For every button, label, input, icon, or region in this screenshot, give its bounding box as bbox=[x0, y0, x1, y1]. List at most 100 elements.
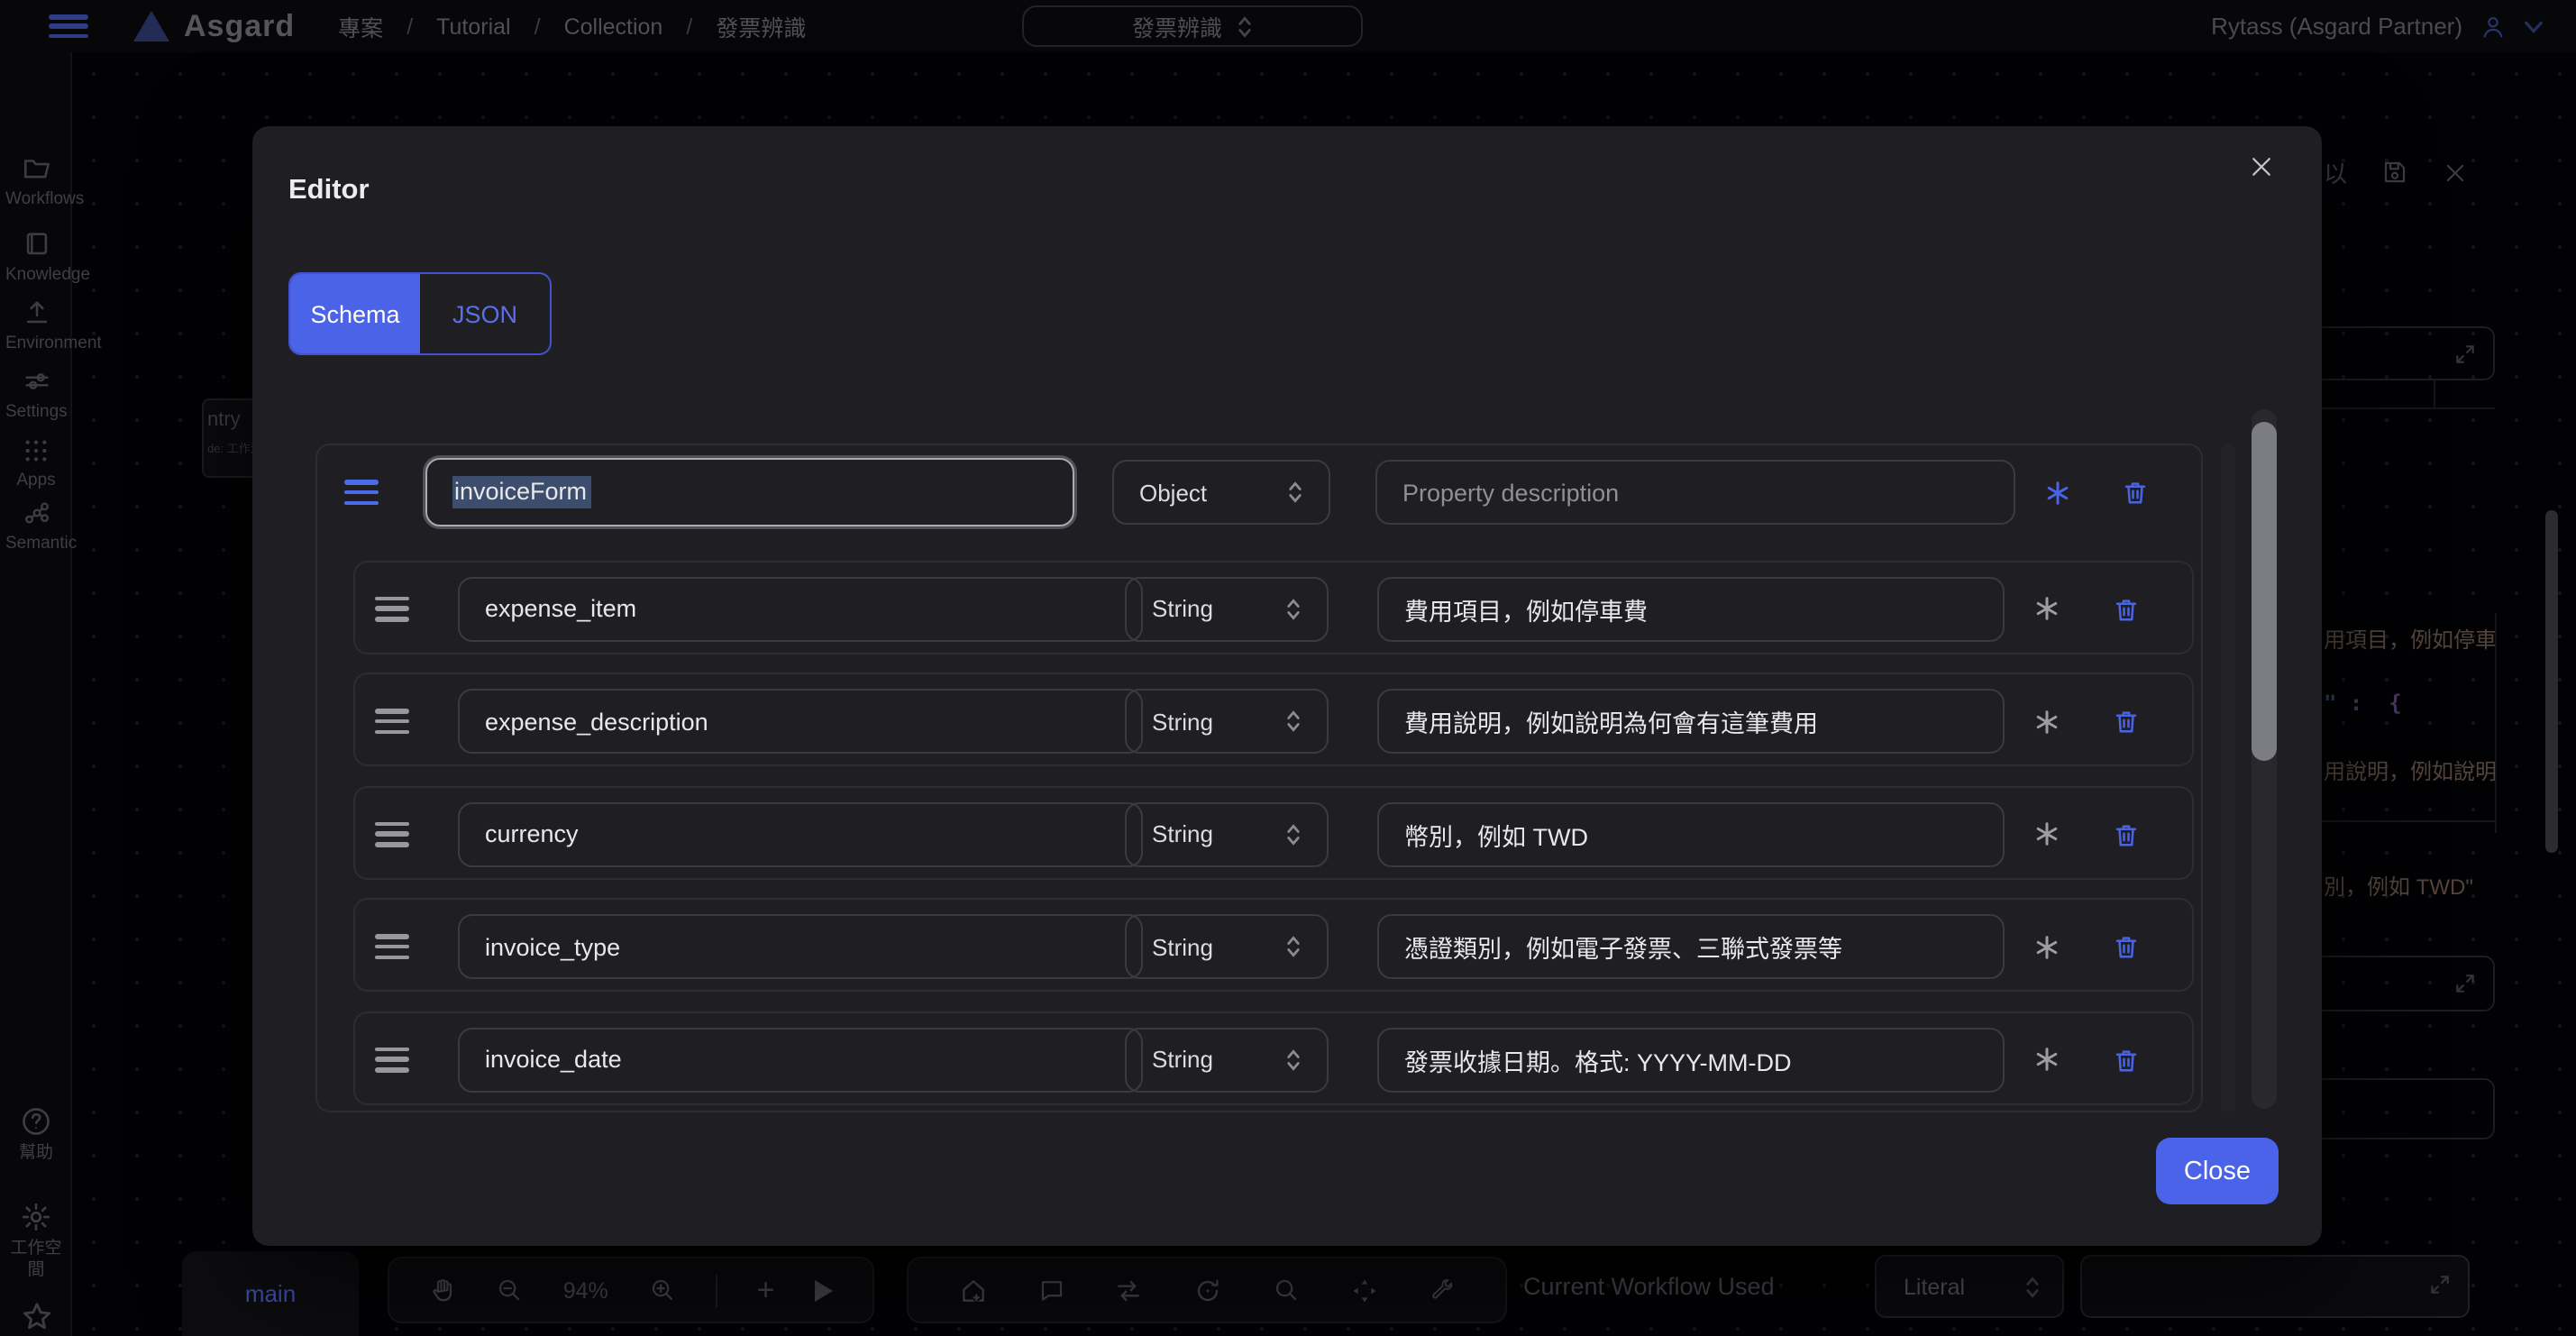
drag-handle-icon[interactable] bbox=[375, 1047, 409, 1072]
close-panel-icon[interactable] bbox=[2443, 160, 2468, 185]
property-type-value: String bbox=[1152, 595, 1213, 622]
page-scrollbar[interactable] bbox=[2545, 510, 2558, 853]
required-toggle[interactable] bbox=[2030, 705, 2062, 737]
home-add-icon[interactable] bbox=[959, 1276, 988, 1304]
tab-main[interactable]: main bbox=[182, 1251, 359, 1336]
code-fragment: " : { bbox=[2324, 691, 2402, 716]
star-icon bbox=[19, 1300, 53, 1334]
breadcrumb-separator: / bbox=[406, 14, 413, 39]
chevrons-updown-icon bbox=[1285, 1047, 1302, 1072]
sidebar-item-environment[interactable]: Environment bbox=[0, 297, 72, 356]
delete-row-icon[interactable] bbox=[2109, 705, 2142, 737]
tab-schema[interactable]: Schema bbox=[290, 274, 420, 353]
close-button[interactable]: Close bbox=[2156, 1138, 2279, 1204]
sidebar-item-semantic[interactable]: Semantic bbox=[0, 498, 72, 556]
chevrons-updown-icon bbox=[2024, 1274, 2041, 1299]
zoom-in-icon[interactable] bbox=[648, 1277, 675, 1304]
property-description-input[interactable]: 幣別，例如 TWD bbox=[1377, 801, 2005, 866]
workflow-select[interactable]: 發票辨識 bbox=[1022, 5, 1363, 47]
property-name-input[interactable]: invoiceForm bbox=[425, 458, 1074, 526]
property-description-input[interactable]: 費用說明，例如說明為何會有這筆費用 bbox=[1377, 689, 2005, 754]
comment-icon[interactable] bbox=[1037, 1277, 1064, 1304]
delete-row-icon[interactable] bbox=[2118, 476, 2151, 508]
property-type-select[interactable]: String bbox=[1125, 801, 1329, 866]
property-type-select[interactable]: String bbox=[1125, 1027, 1329, 1092]
required-toggle[interactable] bbox=[2030, 818, 2062, 850]
search-icon[interactable] bbox=[1273, 1277, 1300, 1304]
property-name-value: invoiceForm bbox=[452, 476, 590, 508]
right-panel-toolbar: 以 bbox=[2324, 155, 2468, 189]
sidebar-item-knowledge[interactable]: Knowledge bbox=[0, 229, 72, 288]
delete-row-icon[interactable] bbox=[2109, 930, 2142, 963]
expand-icon[interactable] bbox=[2453, 972, 2477, 995]
modal-close-icon[interactable] bbox=[2248, 153, 2275, 180]
property-name-input[interactable]: invoice_type bbox=[458, 914, 1143, 979]
swap-arrows-icon[interactable] bbox=[1115, 1276, 1144, 1304]
property-type-select[interactable]: String bbox=[1125, 576, 1329, 641]
drag-handle-icon[interactable] bbox=[375, 821, 409, 846]
hand-icon[interactable] bbox=[429, 1277, 456, 1304]
required-toggle[interactable] bbox=[2030, 930, 2062, 963]
drag-handle-icon[interactable] bbox=[375, 709, 409, 734]
rotate-icon[interactable] bbox=[1193, 1276, 1222, 1304]
required-toggle[interactable] bbox=[2030, 1043, 2062, 1075]
sidebar-item-gear[interactable]: 工作空間 bbox=[0, 1201, 72, 1283]
sidebar-item-workflows[interactable]: Workflows bbox=[0, 153, 72, 212]
expand-icon[interactable] bbox=[2428, 1273, 2452, 1296]
property-name-input[interactable]: currency bbox=[458, 801, 1143, 866]
app-root: Asgard 專案/Tutorial/Collection/發票辨識 發票辨識 … bbox=[0, 0, 2576, 1336]
delete-row-icon[interactable] bbox=[2109, 1043, 2142, 1075]
delete-row-icon[interactable] bbox=[2109, 818, 2142, 850]
drag-handle-icon[interactable] bbox=[344, 480, 379, 505]
sidebar-item-star[interactable]: 升級 bbox=[0, 1300, 72, 1336]
tab-json[interactable]: JSON bbox=[420, 274, 550, 353]
sidebar-item-apps[interactable]: Apps bbox=[0, 436, 72, 493]
property-description-value: 發票收據日期。格式: YYYY-MM-DD bbox=[1404, 1041, 1792, 1077]
zoom-out-icon[interactable] bbox=[497, 1277, 524, 1304]
fit-view-icon[interactable] bbox=[1349, 1276, 1378, 1304]
required-toggle[interactable] bbox=[2041, 476, 2073, 508]
property-description-input[interactable]: Property description bbox=[1375, 460, 2015, 525]
modal-scrollbar[interactable] bbox=[2252, 409, 2277, 1109]
property-type-value: String bbox=[1152, 820, 1213, 847]
breadcrumb-item[interactable]: 發票辨識 bbox=[716, 9, 806, 43]
divider bbox=[715, 1274, 717, 1306]
property-type-select[interactable]: String bbox=[1125, 689, 1329, 754]
save-icon[interactable] bbox=[2381, 159, 2408, 186]
breadcrumb-item[interactable]: Collection bbox=[564, 14, 663, 39]
delete-row-icon[interactable] bbox=[2109, 592, 2142, 625]
property-description-input[interactable]: 憑證類別，例如電子發票、三聯式發票等 bbox=[1377, 914, 2005, 979]
sidebar-item-help[interactable]: 幫助 bbox=[0, 1105, 72, 1166]
menu-icon[interactable] bbox=[49, 14, 88, 38]
property-type-select[interactable]: String bbox=[1125, 914, 1329, 979]
property-type-value: Object bbox=[1139, 479, 1207, 506]
property-description-input[interactable]: 發票收據日期。格式: YYYY-MM-DD bbox=[1377, 1027, 2005, 1092]
breadcrumb-item[interactable]: 專案 bbox=[338, 9, 383, 43]
top-bar: Asgard 專案/Tutorial/Collection/發票辨識 發票辨識 … bbox=[0, 0, 2576, 52]
list-scrollbar[interactable] bbox=[2221, 444, 2235, 1112]
right-panel-field bbox=[2311, 326, 2495, 380]
brand-title: Asgard bbox=[184, 8, 295, 44]
property-type-select[interactable]: Object bbox=[1112, 460, 1330, 525]
add-node-icon[interactable]: + bbox=[757, 1275, 775, 1305]
property-name-value: invoice_type bbox=[485, 933, 620, 960]
wrench-icon[interactable] bbox=[1429, 1277, 1456, 1304]
drag-handle-icon[interactable] bbox=[375, 934, 409, 959]
run-icon[interactable] bbox=[815, 1279, 833, 1301]
drag-handle-icon[interactable] bbox=[375, 596, 409, 621]
property-name-input[interactable]: expense_item bbox=[458, 576, 1143, 641]
user-area[interactable]: Rytass (Asgard Partner) bbox=[2211, 0, 2544, 52]
breadcrumb-item[interactable]: Tutorial bbox=[436, 14, 510, 39]
property-description-input[interactable]: 費用項目，例如停車費 bbox=[1377, 576, 2005, 641]
sidebar: Workflows Knowledge Environment Settings… bbox=[0, 52, 72, 1336]
code-fragment: 用說明，例如說明 bbox=[2324, 755, 2497, 786]
expand-icon[interactable] bbox=[2453, 343, 2477, 366]
modal-scrollbar-thumb[interactable] bbox=[2252, 422, 2277, 761]
required-toggle[interactable] bbox=[2030, 592, 2062, 625]
literal-select[interactable]: Literal bbox=[1875, 1255, 2064, 1318]
property-name-input[interactable]: expense_description bbox=[458, 689, 1143, 754]
folder-icon bbox=[21, 153, 51, 184]
value-input[interactable] bbox=[2080, 1255, 2470, 1318]
property-name-input[interactable]: invoice_date bbox=[458, 1027, 1143, 1092]
sidebar-item-settings[interactable]: Settings bbox=[0, 366, 72, 425]
